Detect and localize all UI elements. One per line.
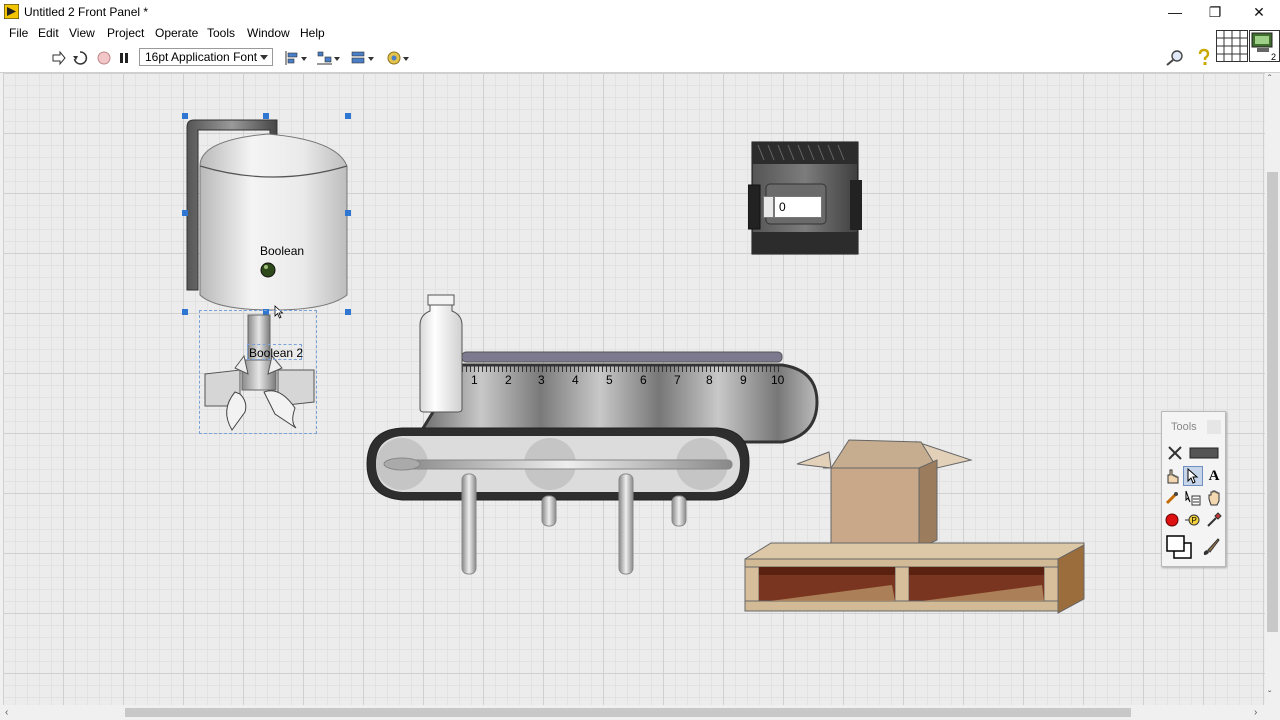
scroll-window-icon[interactable] <box>1204 488 1224 508</box>
pause-icon[interactable] <box>116 50 132 66</box>
window-title: Untitled 2 Front Panel * <box>24 5 149 19</box>
abort-icon[interactable] <box>96 50 112 66</box>
menu-tools[interactable]: Tools <box>207 26 235 40</box>
scroll-right-icon[interactable]: › <box>1254 707 1257 718</box>
tools-palette[interactable]: Tools A P <box>1161 411 1226 567</box>
menu-file[interactable]: File <box>9 26 28 40</box>
selection-handle[interactable] <box>182 210 188 216</box>
vertical-scroll-thumb[interactable] <box>1267 172 1278 632</box>
scroll-down-icon[interactable]: ˇ <box>1268 690 1271 701</box>
scroll-up-icon[interactable]: ˆ <box>1268 74 1271 85</box>
connector-pane-icon[interactable] <box>1216 30 1248 62</box>
selection-handle[interactable] <box>182 309 188 315</box>
help-icon[interactable] <box>1197 48 1211 67</box>
reorder-icon[interactable] <box>385 49 411 67</box>
selection-handle[interactable] <box>182 113 188 119</box>
run-arrow-icon[interactable] <box>51 50 67 66</box>
font-dropdown[interactable]: 16pt Application Font <box>139 48 273 66</box>
search-icon[interactable] <box>1164 49 1186 67</box>
mixer-boolean-label: Boolean 2 <box>249 346 304 360</box>
tank-boolean-led[interactable] <box>261 263 275 277</box>
automatic-tool-indicator[interactable] <box>1188 443 1220 463</box>
scale-label: 8 <box>706 373 713 387</box>
chevron-down-icon <box>260 55 268 60</box>
scale-label: 7 <box>674 373 681 387</box>
font-dropdown-value: 16pt Application Font <box>145 50 258 64</box>
bottle[interactable] <box>418 293 464 415</box>
menu-help[interactable]: Help <box>300 26 325 40</box>
automatic-tool-icon[interactable] <box>1165 443 1185 463</box>
labview-app-icon <box>4 4 19 19</box>
get-color-icon[interactable] <box>1204 510 1224 530</box>
menu-view[interactable]: View <box>69 26 95 40</box>
run-continuously-icon[interactable] <box>72 50 88 66</box>
edit-text-icon[interactable]: A <box>1204 466 1224 486</box>
scale-label: 4 <box>572 373 579 387</box>
pallet[interactable] <box>742 541 1088 615</box>
scale-label: 2 <box>505 373 512 387</box>
close-button[interactable]: ✕ <box>1236 0 1280 24</box>
numeric-increment-decrement[interactable] <box>763 196 774 218</box>
scale-label: 3 <box>538 373 545 387</box>
maximize-button[interactable]: ❐ <box>1192 0 1238 24</box>
scale-label: 5 <box>606 373 613 387</box>
tools-palette-title: Tools <box>1171 421 1197 433</box>
menu-edit[interactable]: Edit <box>38 26 59 40</box>
menu-window[interactable]: Window <box>247 26 290 40</box>
set-color-icon[interactable] <box>1165 534 1195 560</box>
resize-objects-icon[interactable] <box>350 49 376 67</box>
connect-wire-icon[interactable] <box>1162 488 1182 508</box>
selection-handle[interactable] <box>345 210 351 216</box>
probe-data-icon[interactable]: P <box>1183 510 1203 530</box>
cardboard-box[interactable] <box>795 438 975 550</box>
svg-text:P: P <box>1192 516 1197 525</box>
scale-label: 10 <box>771 373 785 387</box>
tank-boolean-label: Boolean <box>260 244 305 258</box>
title-bar <box>0 0 1280 24</box>
scale-label: 9 <box>740 373 747 387</box>
tank[interactable] <box>180 110 355 320</box>
numeric-control-value[interactable]: 0 <box>774 196 822 218</box>
object-shortcut-menu-icon[interactable] <box>1183 488 1203 508</box>
horizontal-scroll-thumb[interactable] <box>125 708 1131 717</box>
operate-value-icon[interactable] <box>1162 466 1182 486</box>
conveyor-scale-ticks <box>462 366 782 372</box>
distribute-objects-icon[interactable] <box>316 49 342 67</box>
set-clear-breakpoint-icon[interactable] <box>1162 510 1182 530</box>
scale-label: 1 <box>471 373 478 387</box>
selection-handle[interactable] <box>345 309 351 315</box>
scale-label: 6 <box>640 373 647 387</box>
mixer[interactable] <box>200 312 318 434</box>
paint-brush-icon[interactable] <box>1200 536 1222 558</box>
menu-project[interactable]: Project <box>107 26 144 40</box>
selection-handle[interactable] <box>263 113 269 119</box>
scroll-left-icon[interactable]: ‹ <box>5 707 8 718</box>
tools-palette-close[interactable] <box>1207 420 1221 434</box>
connector-number: 2 <box>1271 52 1277 62</box>
menu-operate[interactable]: Operate <box>155 26 198 40</box>
align-objects-icon[interactable] <box>283 49 309 67</box>
position-size-select-icon[interactable] <box>1183 466 1203 486</box>
selection-handle[interactable] <box>345 113 351 119</box>
